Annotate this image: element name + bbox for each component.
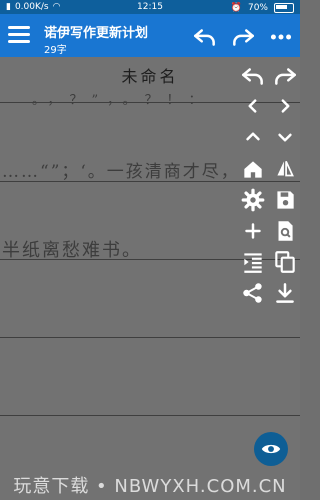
redo-icon[interactable] bbox=[272, 63, 298, 89]
preview-eye-button[interactable] bbox=[254, 432, 288, 466]
indent-icon[interactable] bbox=[240, 249, 266, 275]
menu-icon[interactable] bbox=[8, 26, 30, 44]
mirror-icon[interactable] bbox=[272, 156, 298, 182]
watermark: 玩意下载 • NBWYXH.COM.CN bbox=[13, 476, 287, 497]
undo-icon[interactable] bbox=[240, 63, 266, 89]
eye-icon bbox=[261, 444, 281, 454]
ruled-line bbox=[0, 337, 300, 338]
app-bar: 诺伊写作更新计划 29字 bbox=[0, 14, 300, 57]
battery-percent: 70% bbox=[247, 2, 268, 13]
status-bar: ▮ 0.00K/s ◠ 12:15 ⏰ 70% bbox=[0, 0, 300, 14]
redo-icon[interactable] bbox=[230, 24, 256, 50]
handwriting-line: 半纸离愁难书。 bbox=[2, 240, 142, 261]
ruled-line bbox=[0, 415, 300, 416]
add-icon[interactable] bbox=[240, 218, 266, 244]
chevron-right-icon[interactable] bbox=[272, 93, 298, 119]
home-icon[interactable] bbox=[240, 156, 266, 182]
writing-canvas[interactable]: 未命名 。，？”，。？！： ……“”；‘。一孩清商才尽， 半纸离愁难书。 玩意下… bbox=[0, 57, 300, 500]
handwriting-line: 。，？”，。？！： bbox=[32, 93, 211, 108]
chevron-up-icon[interactable] bbox=[240, 124, 266, 150]
chevron-down-icon[interactable] bbox=[272, 124, 298, 150]
more-options-icon[interactable] bbox=[268, 24, 294, 50]
copy-icon[interactable] bbox=[272, 249, 298, 275]
undo-icon[interactable] bbox=[192, 24, 218, 50]
settings-gear-icon[interactable] bbox=[240, 187, 266, 213]
download-icon[interactable] bbox=[272, 280, 298, 306]
save-icon[interactable] bbox=[272, 187, 298, 213]
share-icon[interactable] bbox=[240, 280, 266, 306]
word-count: 29字 bbox=[44, 45, 67, 56]
app-title: 诺伊写作更新计划 bbox=[44, 26, 149, 41]
find-in-page-icon[interactable] bbox=[272, 218, 298, 244]
alarm-icon: ⏰ bbox=[230, 2, 242, 13]
handwriting-line: ……“”；‘。一孩清商才尽， bbox=[2, 162, 240, 182]
battery-icon bbox=[274, 3, 294, 13]
chevron-left-icon[interactable] bbox=[240, 93, 266, 119]
